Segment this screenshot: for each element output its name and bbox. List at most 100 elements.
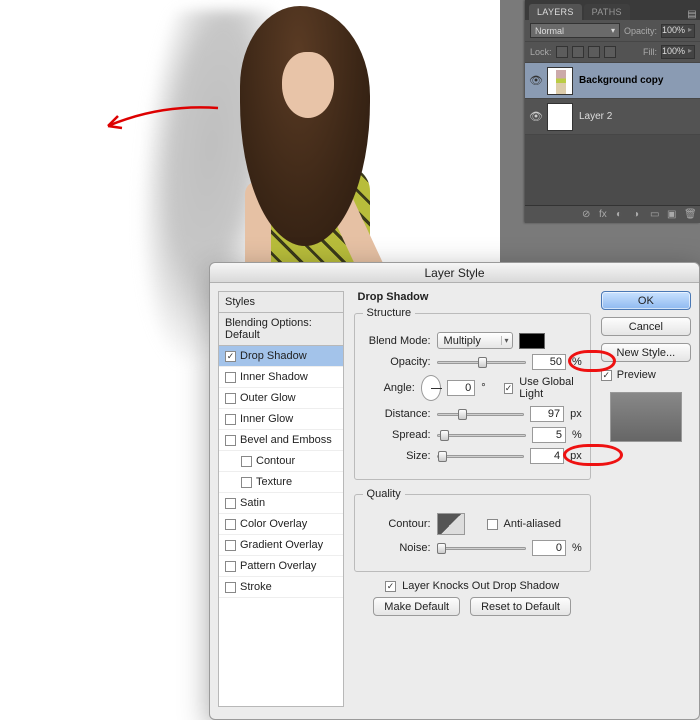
- structure-legend: Structure: [363, 307, 416, 319]
- trash-icon[interactable]: 🗑: [684, 209, 696, 221]
- quality-fieldset: Quality Contour: Anti-aliased Noise: 0 %: [354, 488, 591, 572]
- layer-name: Background copy: [573, 75, 700, 86]
- blend-mode-label: Blend Mode:: [363, 335, 431, 347]
- shadow-color-swatch[interactable]: [519, 333, 545, 349]
- noise-field[interactable]: 0: [532, 540, 566, 556]
- global-light-checkbox[interactable]: [504, 383, 514, 394]
- size-unit: px: [570, 450, 582, 462]
- style-checkbox[interactable]: [241, 456, 252, 467]
- preview-label: Preview: [617, 369, 656, 381]
- style-item-pattern-overlay[interactable]: Pattern Overlay: [219, 556, 343, 577]
- style-checkbox[interactable]: [225, 519, 236, 530]
- distance-slider[interactable]: [437, 407, 525, 421]
- style-item-contour[interactable]: Contour: [219, 451, 343, 472]
- style-item-outer-glow[interactable]: Outer Glow: [219, 388, 343, 409]
- style-checkbox[interactable]: [225, 414, 236, 425]
- opacity-label: Opacity:: [624, 26, 657, 36]
- style-item-texture[interactable]: Texture: [219, 472, 343, 493]
- preview-checkbox[interactable]: [601, 370, 612, 381]
- style-checkbox[interactable]: [225, 498, 236, 509]
- style-item-stroke[interactable]: Stroke: [219, 577, 343, 598]
- group-icon[interactable]: ▭: [650, 209, 662, 221]
- visibility-eye-icon[interactable]: 👁: [525, 110, 547, 123]
- blend-mode-select[interactable]: Multiply: [437, 332, 513, 349]
- distance-field[interactable]: 97: [530, 406, 564, 422]
- noise-slider[interactable]: [437, 541, 526, 555]
- style-item-satin[interactable]: Satin: [219, 493, 343, 514]
- style-checkbox[interactable]: [225, 372, 236, 383]
- ok-button[interactable]: OK: [601, 291, 691, 310]
- lock-label: Lock:: [530, 47, 552, 57]
- spread-slider[interactable]: [437, 428, 526, 442]
- blending-options-default[interactable]: Blending Options: Default: [218, 312, 344, 345]
- size-field[interactable]: 4: [530, 448, 564, 464]
- opacity-label: Opacity:: [363, 356, 431, 368]
- size-label: Size:: [363, 450, 431, 462]
- antialias-checkbox[interactable]: [487, 519, 498, 530]
- contour-picker[interactable]: [437, 513, 465, 535]
- opacity-field[interactable]: 50: [532, 354, 566, 370]
- style-item-inner-glow[interactable]: Inner Glow: [219, 409, 343, 430]
- effect-settings-column: Drop Shadow Structure Blend Mode: Multip…: [350, 291, 595, 707]
- cancel-button[interactable]: Cancel: [601, 317, 691, 336]
- visibility-eye-icon[interactable]: 👁: [525, 74, 547, 87]
- tab-layers[interactable]: LAYERS: [529, 4, 582, 20]
- layer-row-background-copy[interactable]: 👁 Background copy: [525, 63, 700, 99]
- style-item-drop-shadow[interactable]: Drop Shadow: [219, 346, 343, 367]
- style-label: Outer Glow: [240, 392, 296, 404]
- new-style-button[interactable]: New Style...: [601, 343, 691, 362]
- style-label: Color Overlay: [240, 518, 307, 530]
- style-checkbox[interactable]: [225, 351, 236, 362]
- distance-unit: px: [570, 408, 582, 420]
- antialias-label: Anti-aliased: [504, 518, 561, 530]
- knocks-out-checkbox[interactable]: [385, 581, 396, 592]
- tab-paths[interactable]: PATHS: [584, 4, 630, 20]
- layer-style-dialog: Layer Style Styles Blending Options: Def…: [209, 262, 700, 720]
- style-label: Stroke: [240, 581, 272, 593]
- layer-blend-mode-select[interactable]: Normal▾: [530, 23, 620, 38]
- angle-dial[interactable]: [421, 375, 441, 401]
- lock-all-icon[interactable]: [604, 46, 616, 58]
- link-layers-icon[interactable]: ⊘: [582, 209, 594, 221]
- adjustment-icon[interactable]: ◑: [633, 209, 645, 221]
- reset-default-button[interactable]: Reset to Default: [470, 597, 571, 616]
- style-checkbox[interactable]: [241, 477, 252, 488]
- styles-header[interactable]: Styles: [218, 291, 344, 312]
- panel-menu-icon[interactable]: ▤: [684, 9, 700, 20]
- new-layer-icon[interactable]: ▣: [667, 209, 679, 221]
- style-checkbox[interactable]: [225, 393, 236, 404]
- style-checkbox[interactable]: [225, 561, 236, 572]
- spread-unit: %: [572, 429, 582, 441]
- angle-field[interactable]: 0: [447, 380, 475, 396]
- style-label: Inner Glow: [240, 413, 293, 425]
- layer-thumbnail[interactable]: [547, 67, 573, 95]
- style-label: Inner Shadow: [240, 371, 308, 383]
- lock-position-icon[interactable]: [588, 46, 600, 58]
- knocks-out-label: Layer Knocks Out Drop Shadow: [402, 580, 559, 592]
- style-item-gradient-overlay[interactable]: Gradient Overlay: [219, 535, 343, 556]
- size-slider[interactable]: [437, 449, 525, 463]
- angle-unit: °: [481, 382, 485, 394]
- fill-field[interactable]: 100%: [661, 45, 695, 59]
- layer-name: Layer 2: [573, 111, 700, 122]
- noise-label: Noise:: [363, 542, 431, 554]
- lock-image-icon[interactable]: [572, 46, 584, 58]
- style-label: Satin: [240, 497, 265, 509]
- make-default-button[interactable]: Make Default: [373, 597, 460, 616]
- layer-row-layer-2[interactable]: 👁 Layer 2: [525, 99, 700, 135]
- mask-icon[interactable]: ◐: [616, 209, 628, 221]
- fx-icon[interactable]: fx: [599, 209, 611, 221]
- noise-unit: %: [572, 542, 582, 554]
- style-item-color-overlay[interactable]: Color Overlay: [219, 514, 343, 535]
- lock-transparency-icon[interactable]: [556, 46, 568, 58]
- dialog-side-buttons: OK Cancel New Style... Preview: [601, 291, 691, 707]
- style-item-inner-shadow[interactable]: Inner Shadow: [219, 367, 343, 388]
- style-checkbox[interactable]: [225, 435, 236, 446]
- style-checkbox[interactable]: [225, 540, 236, 551]
- style-item-bevel-and-emboss[interactable]: Bevel and Emboss: [219, 430, 343, 451]
- spread-field[interactable]: 5: [532, 427, 566, 443]
- layer-thumbnail[interactable]: [547, 103, 573, 131]
- style-checkbox[interactable]: [225, 582, 236, 593]
- opacity-slider[interactable]: [437, 355, 526, 369]
- opacity-field[interactable]: 100%: [661, 24, 695, 38]
